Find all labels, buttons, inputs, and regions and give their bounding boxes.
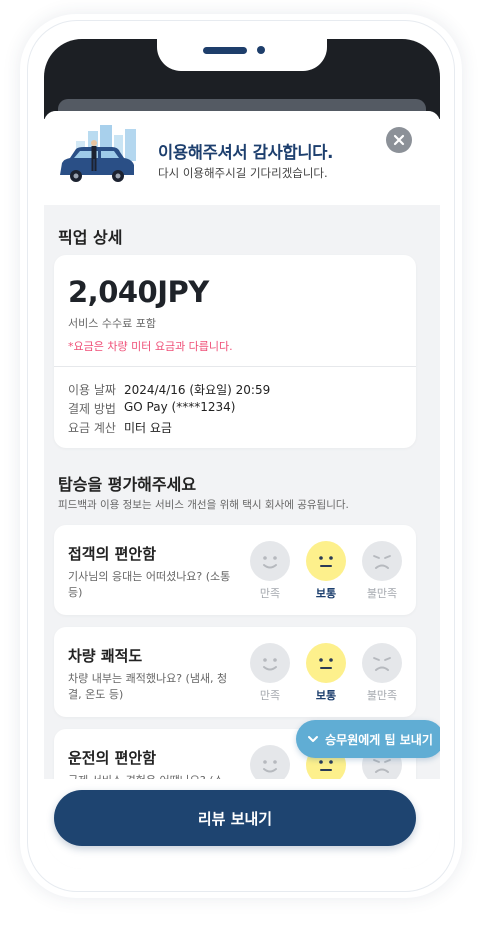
face-label-neutral: 보통	[315, 689, 337, 702]
frown-face-icon	[373, 657, 391, 671]
face-satisfied-button[interactable]	[250, 643, 290, 683]
rating-title: 접객의 편안함	[68, 545, 157, 563]
card-divider	[54, 366, 416, 367]
face-label-dissatisfied: 불만족	[366, 689, 398, 702]
face-dissatisfied-button[interactable]	[362, 541, 402, 581]
face-satisfied-button[interactable]	[250, 541, 290, 581]
smile-face-icon	[263, 658, 277, 671]
speaker-icon	[203, 47, 247, 54]
sheet-footer: 리뷰 보내기	[44, 779, 440, 869]
info-row-date: 이용 날짜 2024/4/16 (화요일) 20:59	[68, 381, 270, 398]
face-label-satisfied: 만족	[259, 689, 281, 702]
taxi-illustration	[60, 125, 136, 182]
rating-section-subtitle: 피드백과 이용 정보는 서비스 개선을 위해 택시 회사에 공유됩니다.	[58, 499, 349, 511]
thanks-subtitle: 다시 이용해주시길 기다리겠습니다.	[158, 166, 328, 180]
smile-face-icon	[263, 556, 277, 569]
info-value: 미터 요금	[124, 421, 172, 435]
camera-icon	[257, 46, 265, 54]
face-label-dissatisfied: 불만족	[366, 587, 398, 600]
info-row-payment: 결제 방법 GO Pay (****1234)	[68, 400, 235, 417]
rating-card-comfort: 차량 쾌적도 차량 내부는 쾌적했나요? (냄새, 청결, 온도 등) 만족 보…	[54, 627, 416, 717]
sheet-header: 이용해주셔서 감사합니다. 다시 이용해주시길 기다리겠습니다.	[44, 111, 440, 205]
pickup-detail-card: 2,040JPY 서비스 수수료 포함 *요금은 차량 미터 요금과 다릅니다.…	[54, 255, 416, 448]
fare-amount: 2,040JPY	[68, 275, 209, 309]
phone-screen: 이용해주셔서 감사합니다. 다시 이용해주시길 기다리겠습니다. 픽업 상세 2…	[44, 39, 440, 869]
info-row-fare-type: 요금 계산 미터 요금	[68, 419, 172, 436]
neutral-face-icon	[319, 658, 333, 669]
fare-note: 서비스 수수료 포함	[68, 317, 156, 330]
chevron-down-icon	[308, 736, 319, 742]
send-tip-button[interactable]: 승무원에게 팁 보내기	[296, 720, 440, 758]
close-icon	[393, 134, 405, 146]
rating-section-title: 탑승을 평가해주세요	[58, 475, 197, 494]
neutral-face-icon	[319, 556, 333, 567]
face-label-satisfied: 만족	[259, 587, 281, 600]
rating-description: 차량 내부는 쾌적했나요? (냄새, 청결, 온도 등)	[68, 672, 228, 701]
frown-face-icon	[373, 555, 391, 569]
phone-notch	[157, 39, 327, 71]
rating-title: 운전의 편안함	[68, 749, 157, 767]
face-neutral-button[interactable]	[306, 541, 346, 581]
face-dissatisfied-button[interactable]	[362, 643, 402, 683]
submit-review-button[interactable]: 리뷰 보내기	[54, 790, 416, 846]
close-button[interactable]	[386, 127, 412, 153]
info-label: 요금 계산	[68, 421, 116, 435]
phone-frame: 이용해주셔서 감사합니다. 다시 이용해주시길 기다리겠습니다. 픽업 상세 2…	[27, 20, 455, 892]
send-tip-label: 승무원에게 팁 보내기	[325, 732, 433, 747]
face-label-neutral: 보통	[315, 587, 337, 600]
review-sheet: 이용해주셔서 감사합니다. 다시 이용해주시길 기다리겠습니다. 픽업 상세 2…	[44, 111, 440, 869]
info-value: GO Pay (****1234)	[124, 400, 236, 414]
rating-description: 기사님의 응대는 어떠셨나요? (소통 등)	[68, 570, 231, 599]
fare-warning: *요금은 차량 미터 요금과 다릅니다.	[68, 340, 233, 353]
rating-title: 차량 쾌적도	[68, 647, 143, 665]
info-value: 2024/4/16 (화요일) 20:59	[124, 383, 271, 397]
thanks-title: 이용해주셔서 감사합니다.	[158, 143, 334, 162]
info-label: 결제 방법	[68, 402, 116, 416]
face-neutral-button[interactable]	[306, 643, 346, 683]
rating-card-hospitality: 접객의 편안함 기사님의 응대는 어떠셨나요? (소통 등) 만족 보통 불만족	[54, 525, 416, 615]
pickup-section-title: 픽업 상세	[58, 228, 123, 247]
info-label: 이용 날짜	[68, 383, 116, 397]
sheet-content: 픽업 상세 2,040JPY 서비스 수수료 포함 *요금은 차량 미터 요금과…	[44, 205, 440, 869]
